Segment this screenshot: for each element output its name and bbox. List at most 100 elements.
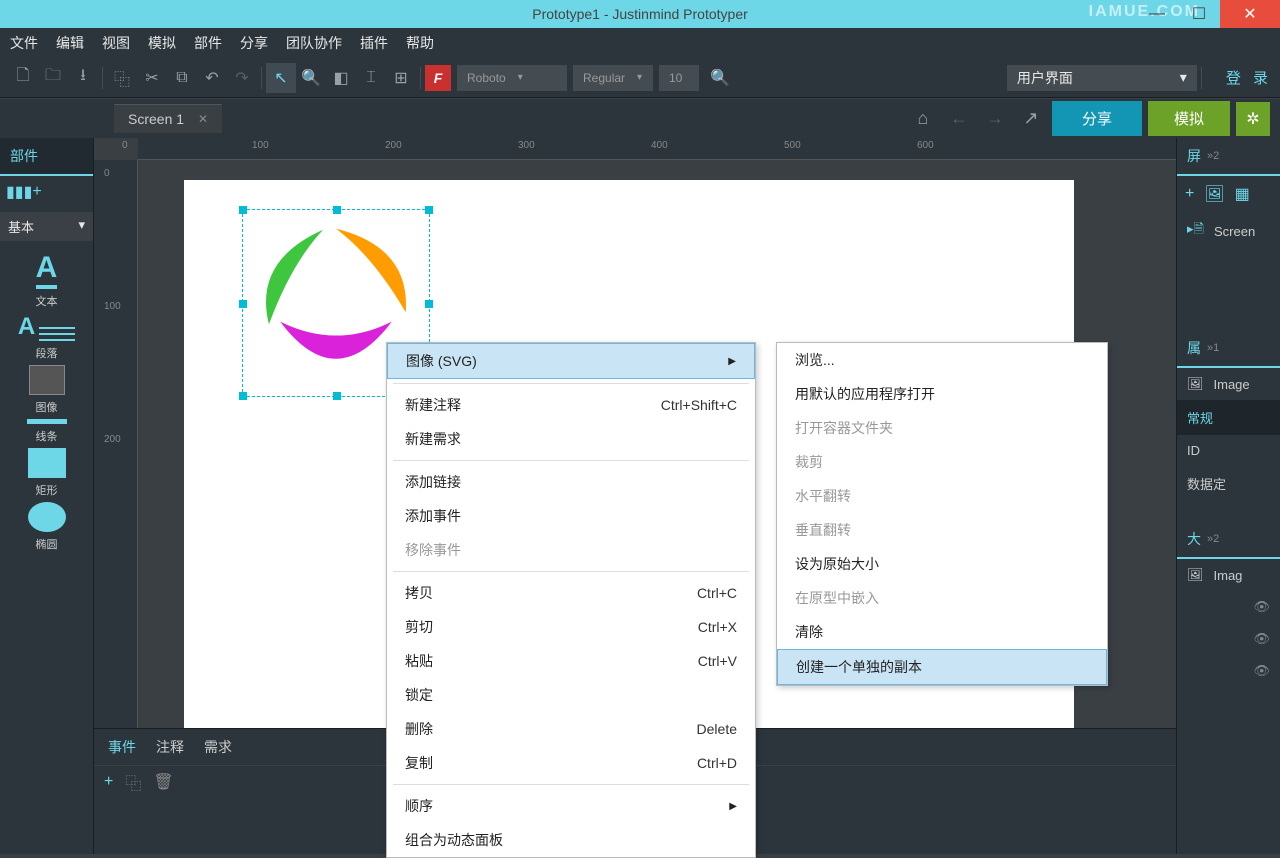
widget-category-select[interactable]: 基本▾	[0, 212, 93, 241]
add-widget-icon[interactable]: +	[32, 183, 41, 201]
prop-data-label: 数据定	[1177, 466, 1280, 501]
menu-plugins[interactable]: 插件	[360, 33, 388, 53]
copy-icon[interactable]: ⿻	[107, 63, 137, 93]
menu-help[interactable]: 帮助	[406, 33, 434, 53]
paste-icon[interactable]: ⧉	[167, 63, 197, 93]
menu-file[interactable]: 文件	[10, 33, 38, 53]
window-title: Prototype1 - Justinmind Prototyper	[532, 6, 748, 22]
visibility-toggle-1[interactable]: 👁	[1177, 591, 1280, 623]
minimize-button[interactable]: —	[1136, 0, 1178, 28]
jump-icon[interactable]: ↗	[1016, 104, 1046, 134]
home-icon[interactable]: ⌂	[908, 104, 938, 134]
ctx-duplicate[interactable]: 复制Ctrl+D	[387, 746, 755, 780]
tab-close-icon[interactable]: ✕	[198, 112, 208, 126]
font-size-select[interactable]: 10	[659, 65, 699, 91]
big-image-item[interactable]: 🖼Imag	[1177, 559, 1280, 591]
download-icon[interactable]: ⭳	[68, 63, 98, 93]
undo-icon[interactable]: ↶	[197, 63, 227, 93]
widgets-panel-title: 部件	[0, 138, 93, 176]
ctx-add-link[interactable]: 添加链接	[387, 465, 755, 499]
image-icon[interactable]: 🖼	[1204, 184, 1224, 204]
widget-paragraph[interactable]: A 段落	[18, 313, 75, 361]
ctx-image-svg[interactable]: 图像 (SVG)▶	[387, 343, 755, 379]
new-file-icon[interactable]: 🗋	[8, 63, 38, 93]
open-folder-icon[interactable]: 🗀	[38, 63, 68, 93]
ctx-group-dynamic[interactable]: 组合为动态面板	[387, 823, 755, 857]
widget-text[interactable]: A文本	[36, 251, 58, 309]
title-bar: Prototype1 - Justinmind Prototyper IAMUE…	[0, 0, 1280, 28]
maximize-button[interactable]: ☐	[1178, 0, 1220, 28]
ui-library-select[interactable]: 用户界面▾	[1007, 65, 1197, 91]
sub-original-size[interactable]: 设为原始大小	[777, 547, 1107, 581]
ctx-paste[interactable]: 粘贴Ctrl+V	[387, 644, 755, 678]
add-screen-icon[interactable]: +	[1185, 185, 1194, 203]
visibility-toggle-3[interactable]: 👁	[1177, 655, 1280, 687]
folder-icon[interactable]: ▦	[1235, 184, 1250, 204]
tab-requirements[interactable]: 需求	[204, 737, 232, 757]
visibility-toggle-2[interactable]: 👁	[1177, 623, 1280, 655]
widget-ellipse[interactable]: 椭圆	[28, 502, 66, 552]
window-controls: — ☐ ✕	[1136, 0, 1280, 28]
big-section-title[interactable]: 大»2	[1177, 521, 1280, 559]
widget-line[interactable]: 线条	[27, 419, 67, 444]
copy-event-icon[interactable]: ⿻	[125, 770, 141, 794]
tab-comments[interactable]: 注释	[156, 737, 184, 757]
sub-open-default[interactable]: 用默认的应用程序打开	[777, 377, 1107, 411]
ctx-cut[interactable]: 剪切Ctrl+X	[387, 610, 755, 644]
ctx-delete[interactable]: 删除Delete	[387, 712, 755, 746]
eyedropper-icon[interactable]: ⌶	[356, 63, 386, 93]
ctx-lock[interactable]: 锁定	[387, 678, 755, 712]
font-icon[interactable]: F	[425, 65, 451, 91]
menu-share[interactable]: 分享	[240, 33, 268, 53]
back-icon[interactable]: ←	[944, 104, 974, 134]
font-family-select[interactable]: Roboto	[457, 65, 567, 91]
widgets-panel: 部件 ▮▮▮+ 基本▾ A文本 A 段落 图像 线条 矩形 椭圆	[0, 138, 94, 854]
sub-open-folder: 打开容器文件夹	[777, 411, 1107, 445]
ctx-add-event[interactable]: 添加事件	[387, 499, 755, 533]
sub-create-copy[interactable]: 创建一个单独的副本	[777, 649, 1107, 685]
screen-item[interactable]: ▸🗎Screen	[1177, 212, 1280, 250]
widget-rect[interactable]: 矩形	[28, 448, 66, 498]
menu-team[interactable]: 团队协作	[286, 33, 342, 53]
ctx-copy[interactable]: 拷贝Ctrl+C	[387, 576, 755, 610]
share-button[interactable]: 分享	[1052, 101, 1142, 136]
ctx-remove-event: 移除事件	[387, 533, 755, 567]
menu-view[interactable]: 视图	[102, 33, 130, 53]
tab-general[interactable]: 常规	[1177, 400, 1280, 435]
sub-browse[interactable]: 浏览...	[777, 343, 1107, 377]
menu-widgets[interactable]: 部件	[194, 33, 222, 53]
simulate-button[interactable]: 模拟	[1148, 101, 1230, 136]
sub-flip-v: 垂直翻转	[777, 513, 1107, 547]
ctx-new-comment[interactable]: 新建注释Ctrl+Shift+C	[387, 388, 755, 422]
ctx-order[interactable]: 顺序▶	[387, 789, 755, 823]
zoom-icon[interactable]: 🔍	[296, 63, 326, 93]
screens-section-title[interactable]: 屏»2	[1177, 138, 1280, 176]
eraser-icon[interactable]: ◧	[326, 63, 356, 93]
search-icon[interactable]: 🔍	[705, 63, 735, 93]
widget-list: A文本 A 段落 图像 线条 矩形 椭圆	[0, 241, 93, 562]
close-button[interactable]: ✕	[1220, 0, 1280, 28]
forward-icon[interactable]: →	[980, 104, 1010, 134]
props-section-title[interactable]: 属»1	[1177, 330, 1280, 368]
ctx-new-req[interactable]: 新建需求	[387, 422, 755, 456]
widget-toolbar: ▮▮▮+	[0, 176, 93, 208]
settings-icon[interactable]: ✲	[1236, 102, 1270, 136]
delete-event-icon[interactable]: 🗑	[153, 772, 173, 792]
add-event-icon[interactable]: +	[104, 773, 113, 791]
sub-clear[interactable]: 清除	[777, 615, 1107, 649]
widget-image[interactable]: 图像	[29, 365, 65, 415]
cut-icon[interactable]: ✂	[137, 63, 167, 93]
font-weight-select[interactable]: Regular	[573, 65, 653, 91]
context-submenu: 浏览... 用默认的应用程序打开 打开容器文件夹 裁剪 水平翻转 垂直翻转 设为…	[776, 342, 1108, 686]
group-icon[interactable]: ⊞	[386, 63, 416, 93]
menu-simulate[interactable]: 模拟	[148, 33, 176, 53]
tab-screen1[interactable]: Screen 1 ✕	[114, 104, 222, 133]
pointer-icon[interactable]: ↖	[266, 63, 296, 93]
sub-embed: 在原型中嵌入	[777, 581, 1107, 615]
tab-events[interactable]: 事件	[108, 737, 136, 757]
canvas-tab-bar: Screen 1 ✕ ⌂ ← → ↗ 分享 模拟 ✲	[0, 98, 1280, 138]
menu-edit[interactable]: 编辑	[56, 33, 84, 53]
login-button[interactable]: 登 录	[1226, 67, 1272, 88]
prop-id-label: ID	[1177, 435, 1280, 466]
redo-icon[interactable]: ↷	[227, 63, 257, 93]
